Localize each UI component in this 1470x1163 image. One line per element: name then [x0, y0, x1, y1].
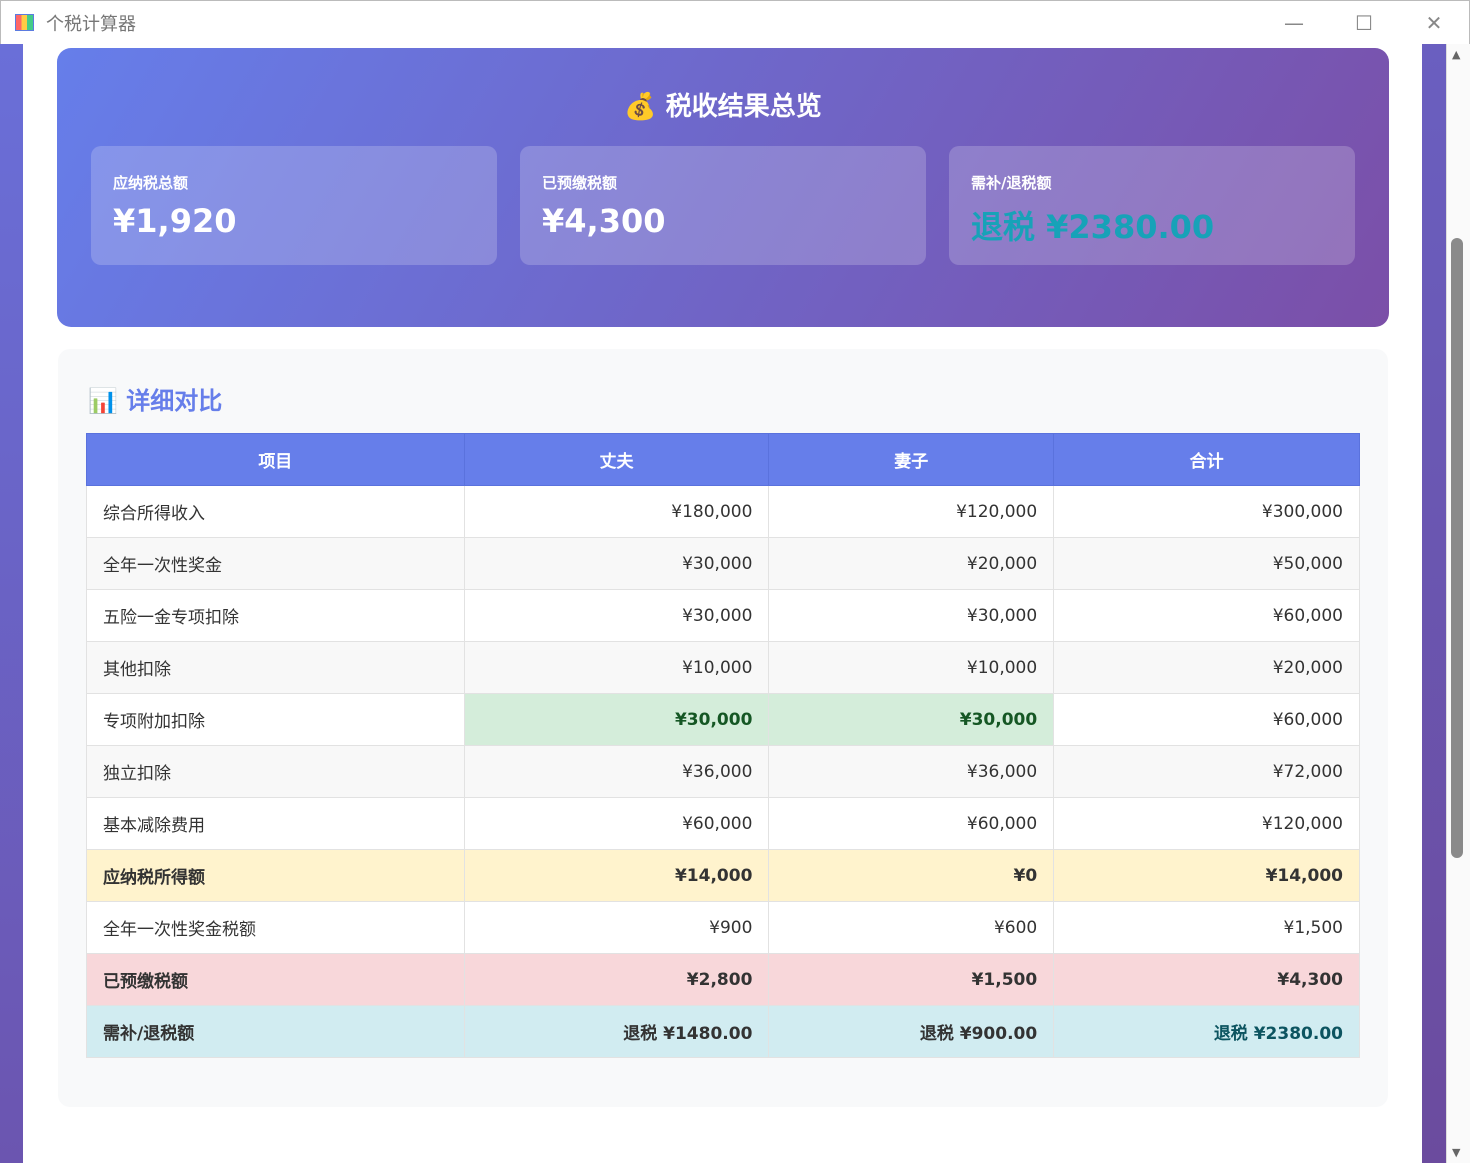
card-value: 退税 ¥2380.00	[971, 208, 1215, 246]
husband-value: ¥30,000	[463, 589, 770, 642]
husband-value: ¥36,000	[463, 745, 770, 798]
money-bag-icon: 💰	[624, 92, 657, 122]
table-row: 应纳税所得额 ¥14,000 ¥0 ¥14,000	[86, 849, 1360, 902]
wife-value: 退税 ¥900.00	[768, 1005, 1055, 1058]
total-value: ¥1,500	[1053, 901, 1360, 954]
total-value: ¥60,000	[1053, 589, 1360, 642]
husband-value: ¥900	[463, 901, 770, 954]
header-husband: 丈夫	[463, 433, 770, 486]
title-bar: 个税计算器 — ☐ ✕	[0, 0, 1470, 44]
row-label: 全年一次性奖金	[86, 537, 465, 590]
page-background	[1422, 44, 1446, 1163]
wife-value: ¥1,500	[768, 953, 1055, 1006]
table-row: 全年一次性奖金税额 ¥900 ¥600 ¥1,500	[86, 901, 1360, 954]
total-value: ¥120,000	[1053, 797, 1360, 850]
summary-panel: 💰 税收结果总览 应纳税总额 ¥1,920 已预缴税额 ¥4,300 需补/退税…	[57, 48, 1389, 327]
wife-value: ¥30,000	[768, 693, 1055, 746]
wife-value: ¥60,000	[768, 797, 1055, 850]
card-label: 需补/退税额	[971, 174, 1052, 192]
main-content: 💰 税收结果总览 应纳税总额 ¥1,920 已预缴税额 ¥4,300 需补/退税…	[23, 44, 1422, 1163]
row-label: 五险一金专项扣除	[86, 589, 465, 642]
total-value: ¥72,000	[1053, 745, 1360, 798]
husband-value: ¥10,000	[463, 641, 770, 694]
card-label: 已预缴税额	[542, 174, 618, 192]
detail-title: 📊 详细对比	[88, 387, 223, 415]
table-row: 需补/退税额 退税 ¥1480.00 退税 ¥900.00 退税 ¥2380.00	[86, 1005, 1360, 1058]
window-title: 个税计算器	[46, 13, 136, 35]
husband-value: ¥180,000	[463, 485, 770, 538]
total-value: 退税 ¥2380.00	[1053, 1005, 1360, 1058]
detail-section: 📊 详细对比 项目 丈夫 妻子 合计 综合所得收入 ¥180,000 ¥120,00…	[58, 349, 1388, 1107]
table-row: 综合所得收入 ¥180,000 ¥120,000 ¥300,000	[86, 485, 1360, 538]
header-wife: 妻子	[768, 433, 1055, 486]
row-label: 其他扣除	[86, 641, 465, 694]
row-label: 全年一次性奖金税额	[86, 901, 465, 954]
card-value: ¥1,920	[113, 202, 237, 240]
row-label: 综合所得收入	[86, 485, 465, 538]
husband-value: ¥14,000	[463, 849, 770, 902]
wife-value: ¥10,000	[768, 641, 1055, 694]
husband-value: ¥30,000	[463, 537, 770, 590]
wife-value: ¥20,000	[768, 537, 1055, 590]
total-value: ¥300,000	[1053, 485, 1360, 538]
row-label: 专项附加扣除	[86, 693, 465, 746]
wife-value: ¥0	[768, 849, 1055, 902]
header-total: 合计	[1053, 433, 1360, 486]
table-row: 五险一金专项扣除 ¥30,000 ¥30,000 ¥60,000	[86, 589, 1360, 642]
husband-value: ¥60,000	[463, 797, 770, 850]
page-background	[0, 44, 23, 1163]
row-label: 基本减除费用	[86, 797, 465, 850]
row-label: 应纳税所得额	[86, 849, 465, 902]
app-icon	[15, 14, 34, 31]
comparison-table: 项目 丈夫 妻子 合计 综合所得收入 ¥180,000 ¥120,000 ¥300,0…	[86, 433, 1360, 1058]
wife-value: ¥600	[768, 901, 1055, 954]
table-row: 专项附加扣除 ¥30,000 ¥30,000 ¥60,000	[86, 693, 1360, 746]
wife-value: ¥30,000	[768, 589, 1055, 642]
total-tax-card: 应纳税总额 ¥1,920	[91, 146, 497, 265]
total-value: ¥20,000	[1053, 641, 1360, 694]
husband-value: ¥30,000	[463, 693, 770, 746]
minimize-button[interactable]: —	[1259, 1, 1329, 45]
summary-title: 💰 税收结果总览	[624, 92, 822, 122]
bar-chart-icon: 📊	[88, 387, 118, 415]
table-row: 独立扣除 ¥36,000 ¥36,000 ¥72,000	[86, 745, 1360, 798]
husband-value: ¥2,800	[463, 953, 770, 1006]
husband-value: 退税 ¥1480.00	[463, 1005, 770, 1058]
wife-value: ¥36,000	[768, 745, 1055, 798]
row-label: 已预缴税额	[86, 953, 465, 1006]
scrollbar-thumb[interactable]	[1451, 238, 1463, 858]
header-item: 项目	[86, 433, 465, 486]
table-row: 其他扣除 ¥10,000 ¥10,000 ¥20,000	[86, 641, 1360, 694]
total-value: ¥50,000	[1053, 537, 1360, 590]
card-value: ¥4,300	[542, 202, 666, 240]
total-value: ¥60,000	[1053, 693, 1360, 746]
row-label: 需补/退税额	[86, 1005, 465, 1058]
refund-card: 需补/退税额 退税 ¥2380.00	[949, 146, 1355, 265]
card-label: 应纳税总额	[113, 174, 189, 192]
total-value: ¥14,000	[1053, 849, 1360, 902]
table-row: 基本减除费用 ¥60,000 ¥60,000 ¥120,000	[86, 797, 1360, 850]
scroll-up-icon[interactable]: ▲	[1452, 48, 1460, 61]
maximize-button[interactable]: ☐	[1329, 1, 1399, 45]
prepaid-tax-card: 已预缴税额 ¥4,300	[520, 146, 926, 265]
table-row: 已预缴税额 ¥2,800 ¥1,500 ¥4,300	[86, 953, 1360, 1006]
scrollbar[interactable]: ▲ ▼	[1446, 44, 1470, 1163]
close-button[interactable]: ✕	[1399, 1, 1469, 45]
total-value: ¥4,300	[1053, 953, 1360, 1006]
wife-value: ¥120,000	[768, 485, 1055, 538]
table-row: 全年一次性奖金 ¥30,000 ¥20,000 ¥50,000	[86, 537, 1360, 590]
scroll-down-icon[interactable]: ▼	[1452, 1146, 1460, 1159]
row-label: 独立扣除	[86, 745, 465, 798]
